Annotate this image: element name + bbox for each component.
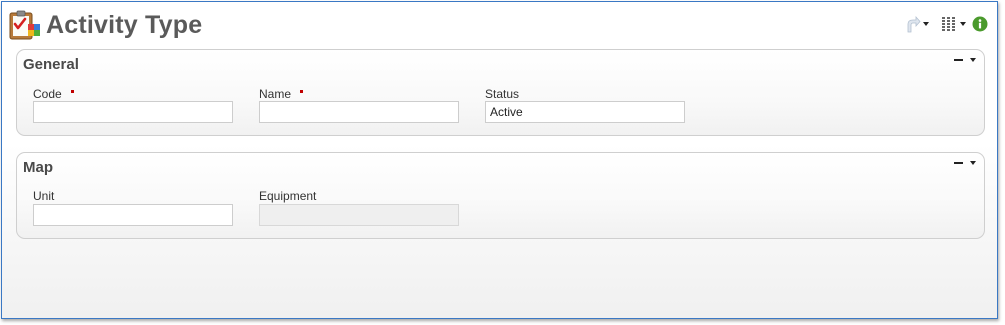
- required-marker: [300, 90, 304, 93]
- activity-type-window: Activity Type General Code Name Status A…: [1, 1, 998, 319]
- map-section: Map Unit Equipment: [16, 152, 985, 239]
- general-section: General Code Name Status: [16, 49, 985, 136]
- equipment-label: Equipment: [259, 189, 317, 203]
- collapse-icon[interactable]: [954, 162, 963, 164]
- page-title: Activity Type: [46, 11, 203, 39]
- name-input[interactable]: [259, 101, 459, 123]
- chevron-down-icon[interactable]: [970, 58, 976, 62]
- code-label: Code: [33, 87, 74, 101]
- chevron-down-icon: [923, 22, 929, 26]
- status-input[interactable]: [485, 101, 685, 123]
- clipboard-checklist-icon: [9, 10, 40, 40]
- unit-input[interactable]: [33, 204, 233, 226]
- info-icon[interactable]: [972, 16, 988, 32]
- status-label: Status: [485, 87, 520, 101]
- required-marker: [70, 90, 74, 93]
- name-label: Name: [259, 87, 304, 101]
- title-bar: Activity Type: [2, 2, 997, 46]
- collapse-icon[interactable]: [954, 59, 963, 61]
- share-menu-button[interactable]: [905, 14, 929, 34]
- unit-label: Unit: [33, 189, 55, 203]
- name-label-text: Name: [259, 87, 292, 101]
- code-input[interactable]: [33, 101, 233, 123]
- chevron-down-icon[interactable]: [970, 161, 976, 165]
- general-section-title: General: [23, 56, 79, 73]
- code-label-text: Code: [33, 87, 62, 101]
- equipment-input: [259, 204, 459, 226]
- general-section-controls: [954, 58, 976, 62]
- map-section-controls: [954, 161, 976, 165]
- columns-menu-button[interactable]: [940, 14, 966, 34]
- map-section-title: Map: [23, 159, 53, 176]
- columns-icon: [942, 17, 955, 31]
- share-arrow-icon: [907, 15, 921, 33]
- chevron-down-icon: [960, 22, 966, 26]
